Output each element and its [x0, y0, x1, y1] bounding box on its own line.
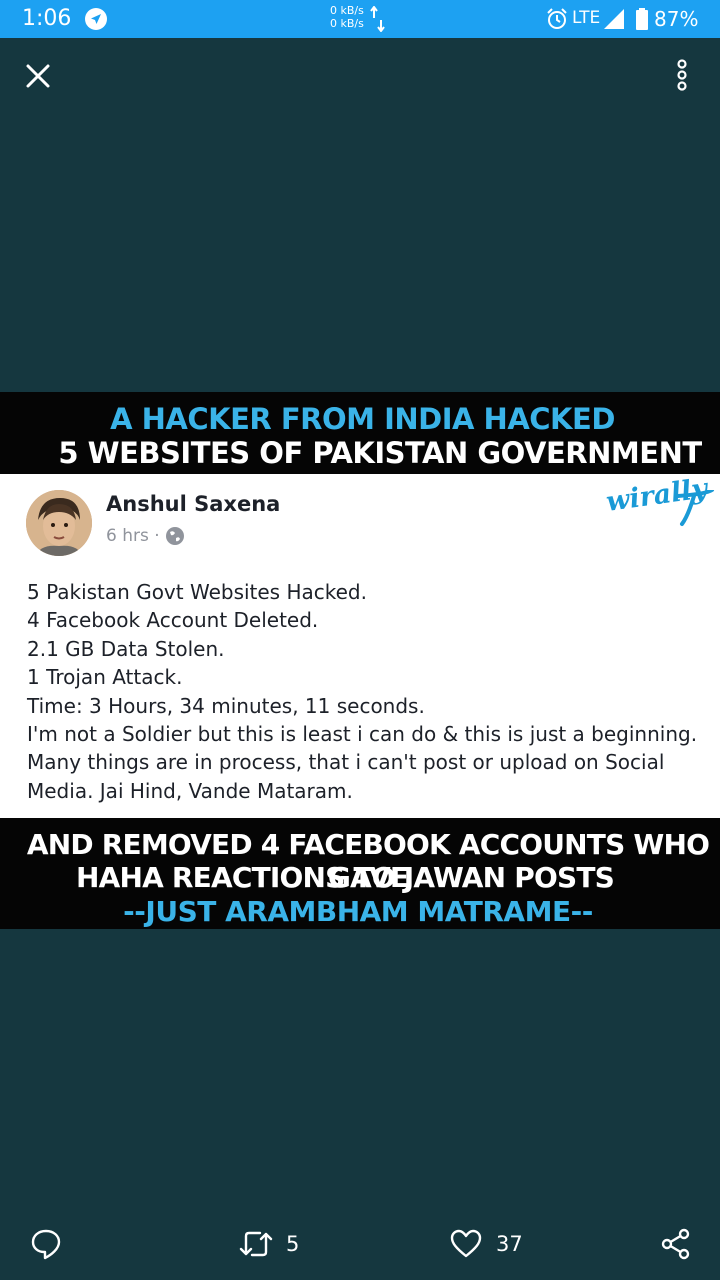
- network-speed-up: 0 kB/s: [330, 4, 364, 17]
- navigation-icon: [85, 8, 107, 30]
- top-caption-banner: A HACKER FROM INDIA HACKED 5 WEBSITES OF…: [0, 392, 720, 474]
- network-type: LTE: [572, 8, 601, 28]
- top-caption-line-2: 5 WEBSITES OF PAKISTAN GOVERNMENT: [58, 436, 702, 470]
- bottom-caption-line-2: HAHA REACTIONS TO JAWAN POSTS: [75, 861, 615, 894]
- reply-button[interactable]: [30, 1226, 66, 1266]
- network-speed: 0 kB/s 0 kB/s: [330, 4, 364, 30]
- battery-icon: [636, 8, 648, 30]
- watermark-swoosh: [676, 490, 714, 526]
- data-transfer-icon: [370, 6, 385, 32]
- retweet-button[interactable]: 5: [238, 1226, 308, 1266]
- reply-icon: [31, 1229, 61, 1260]
- post-line: 5 Pakistan Govt Websites Hacked.: [27, 580, 367, 604]
- post-line: 1 Trojan Attack.: [27, 665, 183, 690]
- like-button[interactable]: 37: [450, 1226, 530, 1266]
- avatar: [26, 490, 92, 556]
- bottom-caption-line-3: --JUST ARAMBHAM MATRAME--: [123, 895, 593, 928]
- retweet-icon: [239, 1231, 273, 1257]
- post-line: 4 Facebook Account Deleted.: [27, 608, 319, 633]
- post-line: Many things are in process, that i can't…: [27, 750, 665, 775]
- bottom-caption-banner: AND REMOVED 4 FACEBOOK ACCOUNTS WHO GAVE…: [0, 818, 720, 929]
- post-body: 5 Pakistan Govt Websites Hacked. 4 Faceb…: [27, 578, 707, 805]
- post-author-name: Anshul Saxena: [106, 492, 281, 516]
- more-vertical-icon[interactable]: [668, 58, 696, 94]
- post-line: I'm not a Soldier but this is least i ca…: [27, 722, 698, 747]
- retweet-count: 5: [286, 1232, 300, 1256]
- share-button[interactable]: [660, 1226, 692, 1266]
- signal-icon: [604, 9, 624, 29]
- alarm-icon: [547, 8, 567, 29]
- network-speed-down: 0 kB/s: [330, 17, 364, 30]
- post-time: 6 hrs ·: [106, 526, 160, 546]
- facebook-post-screenshot: Anshul Saxena 6 hrs · wirally 5 Pakistan…: [0, 473, 720, 818]
- close-icon[interactable]: [22, 60, 54, 92]
- heart-icon: [450, 1229, 482, 1258]
- top-caption-line-1: A HACKER FROM INDIA HACKED: [110, 402, 615, 436]
- post-line: Media. Jai Hind, Vande Mataram.: [27, 778, 353, 803]
- status-time: 1:06: [22, 6, 72, 31]
- post-line: Time: 3 Hours, 34 minutes, 11 seconds.: [27, 693, 425, 718]
- globe-icon: [166, 527, 184, 545]
- battery-percent: 87%: [654, 7, 699, 31]
- post-line: 2.1 GB Data Stolen.: [27, 636, 225, 661]
- tweet-image[interactable]: A HACKER FROM INDIA HACKED 5 WEBSITES OF…: [0, 392, 720, 929]
- share-icon: [661, 1228, 690, 1260]
- status-bar: 1:06 0 kB/s 0 kB/s LTE 87%: [0, 0, 720, 38]
- like-count: 37: [496, 1232, 523, 1256]
